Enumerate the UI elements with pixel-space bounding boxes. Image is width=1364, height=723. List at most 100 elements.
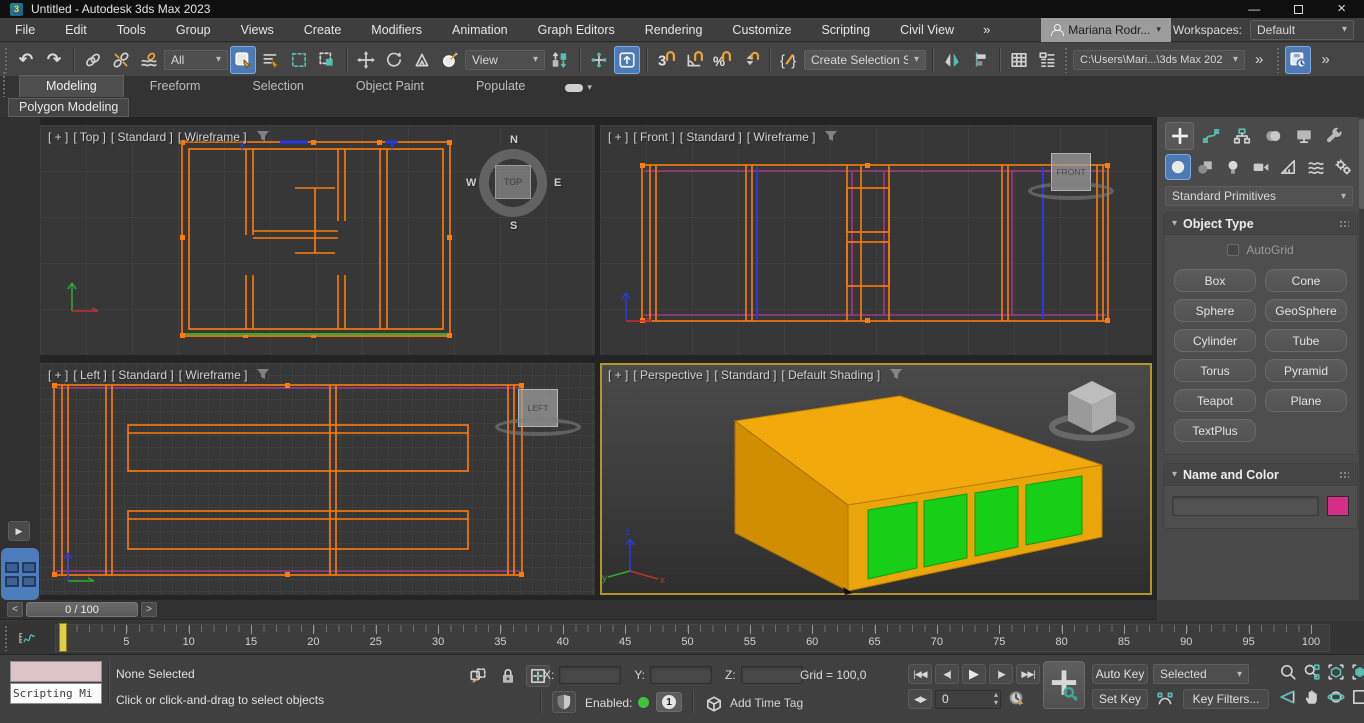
select-object-button[interactable] [230, 46, 256, 74]
previous-frame-playback-button[interactable]: ◀| [935, 664, 959, 684]
snap-toggle-3d-button[interactable]: 3 [653, 46, 679, 74]
viewport-front[interactable]: [ + ] [ Front ] [ Standard ] [ Wireframe… [600, 125, 1152, 355]
adaptive-degradation-toggle[interactable] [552, 691, 576, 713]
vp-front-menu-shading[interactable]: [ Wireframe ] [747, 130, 816, 144]
filter-funnel-icon[interactable] [256, 130, 270, 142]
filter-funnel-icon[interactable] [824, 130, 838, 142]
edit-named-selection-sets-button[interactable]: {} [776, 46, 802, 74]
align-button[interactable] [967, 46, 993, 74]
ribbon-tab-populate[interactable]: Populate [450, 76, 551, 97]
redo-button[interactable]: ↷ [41, 46, 67, 74]
mirror-button[interactable] [939, 46, 965, 74]
isolate-selection-toggle[interactable] [466, 665, 490, 687]
toolbar-drag-handle[interactable] [4, 47, 9, 73]
workspace-combo[interactable]: Default▾ [1250, 20, 1354, 40]
field-of-view-button[interactable] [1276, 685, 1299, 709]
subtab-systems[interactable] [1330, 154, 1356, 180]
object-color-swatch[interactable] [1327, 496, 1349, 516]
next-frame-playback-button[interactable]: |▶ [989, 664, 1013, 684]
vp-front-menu-general[interactable]: [ + ] [608, 130, 628, 144]
ribbon-tab-modeling[interactable]: Modeling [19, 75, 124, 97]
menu-item-rendering[interactable]: Rendering [630, 18, 718, 42]
x-coordinate-input[interactable] [559, 666, 621, 684]
selection-filter-combo[interactable]: All▾ [164, 50, 228, 70]
menu-item-animation[interactable]: Animation [437, 18, 523, 42]
percent-snap-toggle[interactable]: % [709, 46, 735, 74]
toolbar-drag-handle[interactable] [1276, 47, 1281, 73]
menu-overflow-chevron[interactable]: » [969, 22, 1005, 37]
object-type-textplus-button[interactable]: TextPlus [1174, 419, 1256, 442]
select-and-move-button[interactable] [353, 46, 379, 74]
vp-top-menu-shading[interactable]: [ Wireframe ] [178, 130, 247, 144]
vp-left-menu-general[interactable]: [ + ] [48, 368, 68, 382]
vp-top-menu-pov[interactable]: [ Top ] [73, 130, 105, 144]
set-keys-button[interactable] [1043, 661, 1085, 709]
tab-display[interactable] [1289, 122, 1318, 150]
selected-key-mode-combo[interactable]: Selected▾ [1153, 664, 1249, 684]
y-coordinate-input[interactable] [650, 666, 712, 684]
filter-funnel-icon[interactable] [889, 368, 903, 380]
object-type-geosphere-button[interactable]: GeoSphere [1265, 299, 1347, 322]
select-and-scale-button[interactable] [409, 46, 435, 74]
zoom-button[interactable] [1276, 660, 1299, 684]
object-type-tube-button[interactable]: Tube [1265, 329, 1347, 352]
ribbon-minimize-button[interactable]: ▾ [565, 82, 592, 97]
menu-item-modifiers[interactable]: Modifiers [356, 18, 437, 42]
object-type-cylinder-button[interactable]: Cylinder [1174, 329, 1256, 352]
default-in-out-tangents-button[interactable] [1152, 689, 1178, 709]
angle-snap-toggle[interactable] [681, 46, 707, 74]
time-tag-cube-icon[interactable] [702, 693, 726, 715]
vp-top-menu-renderer[interactable]: [ Standard ] [111, 130, 173, 144]
name-color-rollout-header[interactable]: ▾ Name and Color [1164, 464, 1357, 486]
active-viewport-badge[interactable]: 1 [656, 692, 682, 712]
toggle-scene-explorer-button[interactable] [1006, 46, 1032, 74]
zoom-extents-button[interactable] [1324, 660, 1347, 684]
autogrid-checkbox[interactable] [1227, 244, 1239, 256]
trackbar-ruler[interactable]: 0510152025303540455055606570758085909510… [55, 624, 1330, 652]
menu-item-tools[interactable]: Tools [102, 18, 161, 42]
object-type-pyramid-button[interactable]: Pyramid [1265, 359, 1347, 382]
zoom-extents-all-button[interactable] [1348, 660, 1364, 684]
left-viewcube[interactable]: LEFT [495, 389, 581, 436]
mini-curve-editor-button[interactable] [14, 627, 40, 649]
menu-item-file[interactable]: File [0, 18, 50, 42]
tab-create[interactable] [1165, 122, 1194, 150]
vp-persp-menu-pov[interactable]: [ Perspective ] [633, 368, 709, 382]
viewport-left[interactable]: [ + ] [ Left ] [ Standard ] [ Wireframe … [40, 363, 595, 595]
save-scene-increment-button[interactable] [1285, 46, 1311, 74]
menu-item-views[interactable]: Views [226, 18, 289, 42]
top-viewcube[interactable]: TOP N S E W [465, 135, 565, 235]
vp-persp-menu-general[interactable]: [ + ] [608, 368, 628, 382]
viewport-layout-2x2-button[interactable] [1, 548, 39, 600]
menu-item-civil-view[interactable]: Civil View [885, 18, 969, 42]
current-frame-input[interactable]: 0 ▴▾ [935, 690, 1001, 709]
track-bar[interactable]: 0510152025303540455055606570758085909510… [0, 621, 1364, 655]
vp-persp-menu-renderer[interactable]: [ Standard ] [714, 368, 776, 382]
primitive-category-combo[interactable]: Standard Primitives▾ [1165, 186, 1353, 206]
spinner-snap-toggle[interactable] [737, 46, 763, 74]
front-viewcube[interactable]: FRONT [1028, 153, 1114, 200]
goto-start-button[interactable]: |◀◀ [908, 664, 932, 684]
viewport-layout-expand-button[interactable]: ▶ [8, 521, 30, 541]
filter-funnel-icon[interactable] [256, 368, 270, 380]
object-type-teapot-button[interactable]: Teapot [1174, 389, 1256, 412]
subtab-cameras[interactable] [1248, 154, 1274, 180]
menu-item-customize[interactable]: Customize [717, 18, 806, 42]
tab-hierarchy[interactable] [1227, 122, 1256, 150]
maxscript-macro-recorder[interactable] [10, 661, 102, 682]
previous-frame-button[interactable]: < [7, 602, 23, 617]
minimize-button[interactable]: — [1248, 0, 1260, 18]
tab-polygon-modeling[interactable]: Polygon Modeling [8, 98, 129, 117]
viewport-top[interactable]: [ + ] [ Top ] [ Standard ] [ Wireframe ] [40, 125, 595, 355]
close-button[interactable]: × [1337, 0, 1346, 18]
undo-button[interactable]: ↶ [13, 46, 39, 74]
object-type-sphere-button[interactable]: Sphere [1174, 299, 1256, 322]
viewcube-ring[interactable] [1028, 182, 1114, 200]
viewcube-ring[interactable] [495, 418, 581, 436]
ribbon-tab-selection[interactable]: Selection [226, 76, 329, 97]
next-frame-button[interactable]: > [141, 602, 157, 617]
bind-to-spacewarp-icon[interactable] [136, 46, 162, 74]
trackbar-drag-handle[interactable] [4, 625, 9, 651]
object-type-box-button[interactable]: Box [1174, 269, 1256, 292]
ribbon-tab-object-paint[interactable]: Object Paint [330, 76, 450, 97]
